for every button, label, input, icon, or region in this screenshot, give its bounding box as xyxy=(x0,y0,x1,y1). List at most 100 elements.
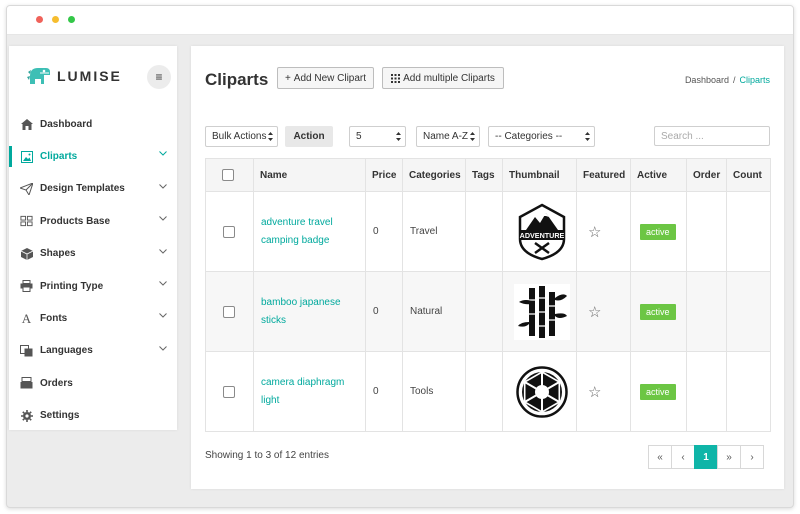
chevron-down-icon xyxy=(159,216,167,221)
chevron-down-icon xyxy=(159,183,167,189)
add-multiple-cliparts-label: Add multiple Cliparts xyxy=(403,72,495,84)
chevron-down-icon xyxy=(159,151,167,157)
prev-page-button[interactable]: ‹ xyxy=(671,445,695,469)
window-titlebar xyxy=(7,6,793,35)
apply-action-button[interactable]: Action xyxy=(285,126,333,147)
last-page-button[interactable]: › xyxy=(740,445,764,469)
thumbnail-cell xyxy=(502,351,577,432)
star-icon[interactable]: ☆ xyxy=(588,384,601,401)
column-header-order[interactable]: Order xyxy=(686,158,727,192)
sidebar-item-shapes[interactable]: Shapes xyxy=(9,238,177,270)
sidebar-item-products-base[interactable]: Products Base xyxy=(9,205,177,237)
page-title: Cliparts xyxy=(205,70,269,89)
star-icon[interactable]: ☆ xyxy=(588,224,601,241)
price-cell: 0 xyxy=(365,271,403,352)
cliparts-table: Name Price Categories Tags Thumbnail Fea… xyxy=(205,158,771,432)
clipart-name-link[interactable]: camera diaphragm light xyxy=(261,374,351,410)
count-cell xyxy=(726,191,771,272)
row-select-cell xyxy=(205,351,254,432)
count-cell xyxy=(726,351,771,432)
chevron-down-icon xyxy=(159,281,167,286)
sidebar-item-dashboard[interactable]: Dashboard xyxy=(9,108,177,140)
category-cell: Travel xyxy=(402,191,466,272)
select-all-checkbox[interactable] xyxy=(222,169,234,181)
table-row: adventure travel camping badge 0 Travel … xyxy=(205,191,771,272)
price-cell: 0 xyxy=(365,351,403,432)
grid-icon xyxy=(391,73,401,83)
sidebar-item-printing-type[interactable]: Printing Type xyxy=(9,270,177,302)
name-cell: adventure travel camping badge xyxy=(253,191,366,272)
sidebar-item-label: Printing Type xyxy=(40,280,104,292)
per-page-select[interactable]: 5 xyxy=(349,126,406,147)
star-icon[interactable]: ☆ xyxy=(588,304,601,321)
sidebar-item-label: Shapes xyxy=(40,248,76,260)
select-arrows-icon xyxy=(268,132,273,141)
clipart-name-link[interactable]: adventure travel camping badge xyxy=(261,214,351,250)
sidebar-item-label: Languages xyxy=(40,345,93,357)
sidebar: LUMISE ≡ Dashboard Cliparts Design Templ… xyxy=(9,46,177,430)
category-cell: Natural xyxy=(402,271,466,352)
active-cell: active xyxy=(630,351,687,432)
active-badge[interactable]: active xyxy=(640,223,676,240)
featured-cell: ☆ xyxy=(576,351,631,432)
next-page-button[interactable]: » xyxy=(717,445,741,469)
add-new-clipart-label: Add New Clipart xyxy=(293,72,367,84)
row-checkbox[interactable] xyxy=(223,385,235,398)
sidebar-item-design-templates[interactable]: Design Templates xyxy=(9,173,177,205)
close-window-dot[interactable] xyxy=(36,16,43,23)
column-header-featured[interactable]: Featured xyxy=(576,158,631,192)
minimize-window-dot[interactable] xyxy=(52,16,59,23)
hamburger-icon: ≡ xyxy=(155,70,163,84)
active-badge[interactable]: active xyxy=(640,383,676,400)
active-badge[interactable]: active xyxy=(640,303,676,320)
paper-plane-icon xyxy=(20,182,33,195)
name-cell: camera diaphragm light xyxy=(253,351,366,432)
column-header-tags[interactable]: Tags xyxy=(465,158,503,192)
category-cell: Tools xyxy=(402,351,466,432)
search-input[interactable]: Search ... xyxy=(654,126,770,146)
sidebar-item-label: Dashboard xyxy=(40,118,93,130)
menu-toggle-button[interactable]: ≡ xyxy=(147,65,171,89)
price-cell: 0 xyxy=(365,191,403,272)
bulk-actions-select[interactable]: Bulk Actions xyxy=(205,126,278,147)
column-header-name[interactable]: Name xyxy=(253,158,366,192)
column-header-price[interactable]: Price xyxy=(365,158,403,192)
sort-value: Name A-Z xyxy=(423,131,469,142)
select-arrows-icon xyxy=(585,132,590,141)
category-select[interactable]: -- Categories -- xyxy=(488,126,595,147)
clipart-name-link[interactable]: bamboo japanese sticks xyxy=(261,294,351,330)
aperture-thumbnail xyxy=(514,364,570,420)
brand-name: LUMISE xyxy=(57,68,122,84)
page-1-button[interactable]: 1 xyxy=(694,445,718,469)
sidebar-item-fonts[interactable]: A Fonts xyxy=(9,302,177,334)
first-page-button[interactable]: « xyxy=(648,445,672,469)
sidebar-item-languages[interactable]: Languages xyxy=(9,335,177,367)
image-icon xyxy=(20,150,33,163)
orders-icon xyxy=(20,377,33,390)
breadcrumb-dashboard-link[interactable]: Dashboard xyxy=(685,75,729,85)
column-header-categories[interactable]: Categories xyxy=(402,158,466,192)
pagination: « ‹ 1 » › xyxy=(648,445,764,469)
chevron-down-icon xyxy=(159,313,167,319)
order-cell xyxy=(686,351,727,432)
sidebar-nav: Dashboard Cliparts Design Templates Prod… xyxy=(9,108,177,432)
sidebar-item-settings[interactable]: Settings xyxy=(9,400,177,432)
badge-text: ADVENTURE xyxy=(520,231,565,240)
breadcrumb-separator: / xyxy=(732,75,736,85)
select-arrows-icon xyxy=(396,132,401,141)
maximize-window-dot[interactable] xyxy=(68,16,75,23)
row-checkbox[interactable] xyxy=(223,305,235,318)
sort-select[interactable]: Name A-Z xyxy=(416,126,480,147)
column-header-active[interactable]: Active xyxy=(630,158,687,192)
add-new-clipart-button[interactable]: + Add New Clipart xyxy=(277,67,374,89)
column-header-count[interactable]: Count xyxy=(726,158,771,192)
adventure-badge-thumbnail: ADVENTURE xyxy=(514,203,570,260)
add-multiple-cliparts-button[interactable]: Add multiple Cliparts xyxy=(382,67,504,89)
sidebar-item-orders[interactable]: Orders xyxy=(9,367,177,399)
sidebar-item-cliparts[interactable]: Cliparts xyxy=(9,140,177,172)
tags-cell xyxy=(465,191,503,272)
brand-logo[interactable]: LUMISE xyxy=(24,61,122,91)
row-checkbox[interactable] xyxy=(223,225,235,238)
category-value: -- Categories -- xyxy=(495,131,563,142)
font-icon: A xyxy=(21,310,32,326)
